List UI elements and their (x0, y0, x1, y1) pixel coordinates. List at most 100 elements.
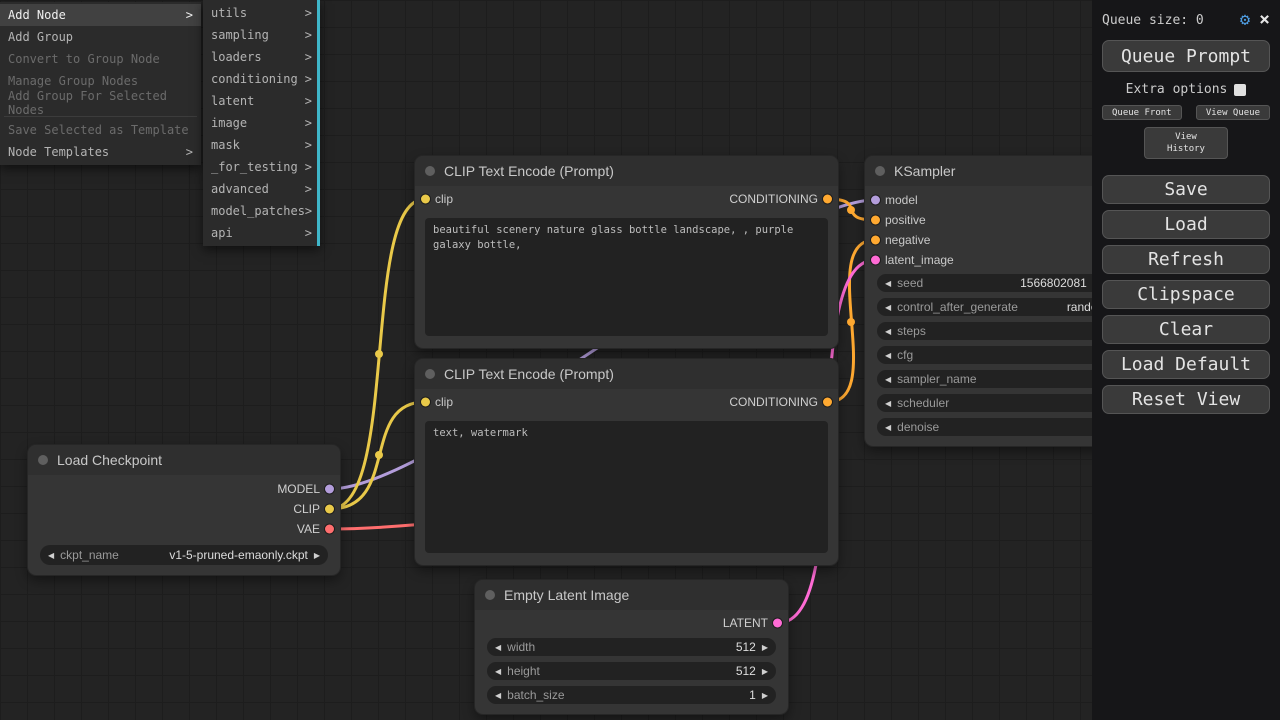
save-button[interactable]: Save (1102, 175, 1270, 204)
clip-output-dot[interactable] (325, 505, 334, 514)
menu-item-add-group-for-selected-nodes[interactable]: Add Group For Selected Nodes (0, 92, 201, 114)
menu-item-label: sampling (211, 28, 269, 42)
input-slot-label: model (885, 193, 918, 207)
collapse-dot-icon[interactable] (425, 166, 435, 176)
slot-row: MODEL (28, 479, 340, 499)
submenu-item-latent[interactable]: latent > (203, 90, 320, 112)
model-input-dot[interactable] (871, 196, 880, 205)
decrement-arrow-icon[interactable]: ◀ (885, 327, 891, 336)
menu-item-node-templates[interactable]: Node Templates > (0, 141, 201, 163)
refresh-button[interactable]: Refresh (1102, 245, 1270, 274)
context-menu: Add Node > Add Group Convert to Group No… (0, 2, 201, 165)
submenu-item-image[interactable]: image > (203, 112, 320, 134)
settings-gear-icon[interactable]: ⚙ (1240, 10, 1250, 30)
next-arrow-icon[interactable]: ▶ (314, 551, 320, 560)
menu-item-save-selected-as-template[interactable]: Save Selected as Template (0, 119, 201, 141)
graph-canvas[interactable]: CLIP Text Encode (Prompt) clip CONDITION… (0, 0, 1280, 720)
menu-item-add-node[interactable]: Add Node > (0, 4, 201, 26)
menu-item-label: Save Selected as Template (8, 123, 189, 137)
increment-arrow-icon[interactable]: ▶ (762, 667, 768, 676)
decrement-arrow-icon[interactable]: ◀ (885, 399, 891, 408)
submenu-arrow-icon: > (305, 28, 312, 42)
queue-prompt-button[interactable]: Queue Prompt (1102, 40, 1270, 72)
conditioning-output-dot[interactable] (823, 195, 832, 204)
collapse-dot-icon[interactable] (485, 590, 495, 600)
queue-front-button[interactable]: Queue Front (1102, 105, 1182, 120)
input-slot-label: clip (435, 192, 453, 206)
node-clip-text-encode-negative[interactable]: CLIP Text Encode (Prompt) clip CONDITION… (415, 359, 838, 565)
clip-input-dot[interactable] (421, 398, 430, 407)
load-button[interactable]: Load (1102, 210, 1270, 239)
clear-button[interactable]: Clear (1102, 315, 1270, 344)
submenu-arrow-icon: > (305, 160, 312, 174)
previous-arrow-icon[interactable]: ◀ (48, 551, 54, 560)
load-default-button[interactable]: Load Default (1102, 350, 1270, 379)
menu-item-add-group[interactable]: Add Group (0, 26, 201, 48)
model-output-dot[interactable] (325, 485, 334, 494)
submenu-item-api[interactable]: api > (203, 222, 320, 244)
node-title-bar[interactable]: CLIP Text Encode (Prompt) (415, 359, 838, 389)
decrement-arrow-icon[interactable]: ◀ (885, 303, 891, 312)
latent-image-input-dot[interactable] (871, 256, 880, 265)
view-queue-button[interactable]: View Queue (1196, 105, 1270, 120)
widget-value: 512 (736, 664, 756, 678)
increment-arrow-icon[interactable]: ▶ (762, 691, 768, 700)
collapse-dot-icon[interactable] (875, 166, 885, 176)
output-slot-label: CONDITIONING (729, 395, 818, 409)
decrement-arrow-icon[interactable]: ◀ (885, 375, 891, 384)
increment-arrow-icon[interactable]: ▶ (762, 643, 768, 652)
widget-batch-size[interactable]: ◀ batch_size 1 ▶ (487, 686, 776, 704)
extra-options-checkbox[interactable] (1234, 84, 1246, 96)
submenu-item-for-testing[interactable]: _for_testing > (203, 156, 320, 178)
decrement-arrow-icon[interactable]: ◀ (495, 691, 501, 700)
conditioning-output-dot[interactable] (823, 398, 832, 407)
widget-value: 1566802081 (1020, 276, 1087, 290)
positive-input-dot[interactable] (871, 216, 880, 225)
widget-width[interactable]: ◀ width 512 ▶ (487, 638, 776, 656)
menu-item-label: utils (211, 6, 247, 20)
widget-height[interactable]: ◀ height 512 ▶ (487, 662, 776, 680)
node-title-bar[interactable]: Load Checkpoint (28, 445, 340, 475)
latent-output-dot[interactable] (773, 619, 782, 628)
decrement-arrow-icon[interactable]: ◀ (885, 423, 891, 432)
prompt-textarea[interactable]: text, watermark (425, 421, 828, 553)
clip-input-dot[interactable] (421, 195, 430, 204)
widget-value: v1-5-pruned-emaonly.ckpt (169, 548, 308, 562)
widget-ckpt-name[interactable]: ◀ ckpt_name v1-5-pruned-emaonly.ckpt ▶ (40, 545, 328, 565)
vae-output-dot[interactable] (325, 525, 334, 534)
close-icon[interactable]: × (1259, 11, 1270, 29)
node-title-bar[interactable]: CLIP Text Encode (Prompt) (415, 156, 838, 186)
node-title-bar[interactable]: Empty Latent Image (475, 580, 788, 610)
prompt-textarea[interactable]: beautiful scenery nature glass bottle la… (425, 218, 828, 336)
decrement-arrow-icon[interactable]: ◀ (495, 667, 501, 676)
node-empty-latent-image[interactable]: Empty Latent Image LATENT ◀ width 512 ▶ … (475, 580, 788, 714)
menu-item-convert-to-group-node[interactable]: Convert to Group Node (0, 48, 201, 70)
slot-row: clip CONDITIONING (415, 389, 838, 415)
submenu-item-utils[interactable]: utils > (203, 2, 320, 24)
negative-input-dot[interactable] (871, 236, 880, 245)
submenu-item-conditioning[interactable]: conditioning > (203, 68, 320, 90)
output-slot-label: CLIP (293, 502, 320, 516)
reset-view-button[interactable]: Reset View (1102, 385, 1270, 414)
decrement-arrow-icon[interactable]: ◀ (885, 279, 891, 288)
view-history-button[interactable]: View History (1144, 127, 1228, 159)
menu-item-label: advanced (211, 182, 269, 196)
link-midpoint-dot (847, 206, 855, 214)
clipspace-button[interactable]: Clipspace (1102, 280, 1270, 309)
submenu-item-model-patches[interactable]: model_patches > (203, 200, 320, 222)
submenu-item-mask[interactable]: mask > (203, 134, 320, 156)
node-load-checkpoint[interactable]: Load Checkpoint MODEL CLIP VAE ◀ ckpt_na… (28, 445, 340, 575)
submenu-arrow-icon: > (305, 50, 312, 64)
output-slot-label: VAE (297, 522, 320, 536)
decrement-arrow-icon[interactable]: ◀ (495, 643, 501, 652)
submenu-item-advanced[interactable]: advanced > (203, 178, 320, 200)
collapse-dot-icon[interactable] (425, 369, 435, 379)
node-clip-text-encode-positive[interactable]: CLIP Text Encode (Prompt) clip CONDITION… (415, 156, 838, 348)
submenu-arrow-icon: > (305, 116, 312, 130)
submenu-arrow-icon: > (305, 204, 312, 218)
node-title: CLIP Text Encode (Prompt) (444, 163, 614, 179)
decrement-arrow-icon[interactable]: ◀ (885, 351, 891, 360)
submenu-item-loaders[interactable]: loaders > (203, 46, 320, 68)
submenu-item-sampling[interactable]: sampling > (203, 24, 320, 46)
collapse-dot-icon[interactable] (38, 455, 48, 465)
